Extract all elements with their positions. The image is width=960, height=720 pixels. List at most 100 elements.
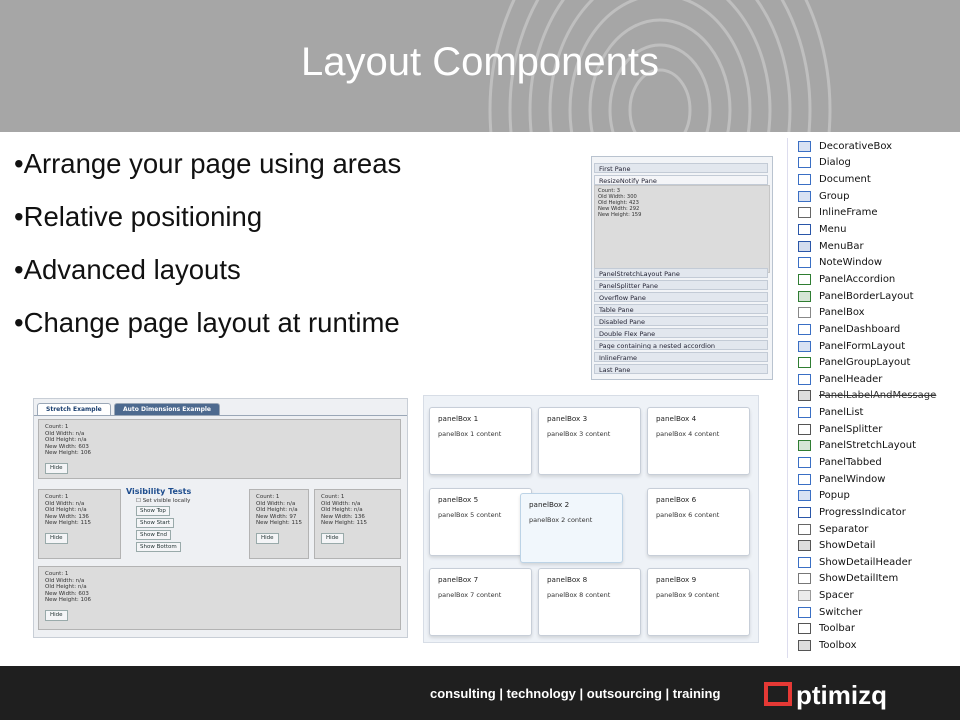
accordion-pane[interactable]: Overflow Pane <box>594 292 768 302</box>
hide-button[interactable]: Hide <box>321 533 344 544</box>
component-label: PanelHeader <box>819 373 883 385</box>
panelbox[interactable]: panelBox 6 panelBox 6 content <box>647 488 750 556</box>
panelborderlayout-icon <box>798 290 811 302</box>
accordion-pane[interactable]: First Pane <box>594 163 768 173</box>
showdetailitem-icon <box>798 573 811 585</box>
show-bottom-button[interactable]: Show Bottom <box>136 542 181 552</box>
showdetailheader-icon <box>798 556 811 568</box>
hide-button[interactable]: Hide <box>256 533 279 544</box>
panelsplitter-icon <box>798 423 811 435</box>
component-item[interactable]: Dialog <box>788 155 958 172</box>
accordion-pane[interactable]: Double Flex Pane <box>594 328 768 338</box>
component-label: ShowDetail <box>819 540 876 552</box>
component-item[interactable]: Spacer <box>788 587 958 604</box>
component-item[interactable]: Popup <box>788 487 958 504</box>
component-label: PanelDashboard <box>819 323 901 335</box>
spacer-icon <box>798 590 811 602</box>
component-item[interactable]: ShowDetail <box>788 537 958 554</box>
component-item[interactable]: Switcher <box>788 604 958 621</box>
show-top-button[interactable]: Show Top <box>136 506 170 516</box>
hide-button[interactable]: Hide <box>45 463 68 474</box>
tab-auto-dimensions[interactable]: Auto Dimensions Example <box>114 403 220 415</box>
component-label: NoteWindow <box>819 257 883 269</box>
component-item[interactable]: Menu <box>788 221 958 238</box>
component-item[interactable]: PanelStretchLayout <box>788 438 958 455</box>
menu-icon <box>798 224 811 236</box>
footer-tagline: consulting | technology | outsourcing | … <box>430 686 721 701</box>
showdetail-icon <box>798 540 811 552</box>
component-label: ProgressIndicator <box>819 506 906 518</box>
component-item[interactable]: PanelSplitter <box>788 421 958 438</box>
bullet-item: Relative positioning <box>14 199 401 252</box>
panellist-icon <box>798 407 811 419</box>
bullet-item: Advanced layouts <box>14 252 401 305</box>
show-start-button[interactable]: Show Start <box>136 518 175 528</box>
accordion-pane[interactable]: PanelSplitter Pane <box>594 280 768 290</box>
accordion-pane-expanded[interactable]: ResizeNotify Pane <box>594 175 768 185</box>
end-area: Count: 1 Old Width: n/a Old Height: n/a … <box>314 489 401 559</box>
component-item[interactable]: Toolbox <box>788 637 958 654</box>
component-item[interactable]: Toolbar <box>788 621 958 638</box>
component-label: PanelLabelAndMessage <box>819 390 937 402</box>
component-item[interactable]: PanelDashboard <box>788 321 958 338</box>
panelheader-icon <box>798 373 811 385</box>
show-end-button[interactable]: Show End <box>136 530 172 540</box>
accordion-pane[interactable]: InlineFrame <box>594 352 768 362</box>
panelbox[interactable]: panelBox 8 panelBox 8 content <box>538 568 641 636</box>
visibility-tests-title: Visibility Tests <box>126 487 192 496</box>
end-area-inner: Count: 1 Old Width: n/a Old Height: n/a … <box>249 489 309 559</box>
component-item[interactable]: PanelBox <box>788 304 958 321</box>
component-item[interactable]: PanelBorderLayout <box>788 288 958 305</box>
accordion-pane[interactable]: Table Pane <box>594 304 768 314</box>
paneldashboard-icon <box>798 323 811 335</box>
component-label: PanelAccordion <box>819 273 896 285</box>
component-label: DecorativeBox <box>819 140 893 152</box>
panelwindow-icon <box>798 473 811 485</box>
component-item[interactable]: ProgressIndicator <box>788 504 958 521</box>
component-item[interactable]: PanelFormLayout <box>788 338 958 355</box>
panellabelandmessage-icon <box>798 390 811 402</box>
component-item[interactable]: InlineFrame <box>788 205 958 222</box>
panelaccordion-icon <box>798 273 811 285</box>
accordion-pane[interactable]: PanelStretchLayout Pane <box>594 268 768 278</box>
component-item[interactable]: PanelLabelAndMessage <box>788 388 958 405</box>
panelbox[interactable]: panelBox 9 panelBox 9 content <box>647 568 750 636</box>
component-item[interactable]: PanelWindow <box>788 471 958 488</box>
panelgrouplayout-icon <box>798 357 811 369</box>
component-label: ShowDetailItem <box>819 573 899 585</box>
accordion-pane[interactable]: Last Pane <box>594 364 768 374</box>
component-item[interactable]: PanelTabbed <box>788 454 958 471</box>
panelbox[interactable]: panelBox 4 panelBox 4 content <box>647 407 750 475</box>
switcher-icon <box>798 606 811 618</box>
panelbox[interactable]: panelBox 7 panelBox 7 content <box>429 568 532 636</box>
panelbox[interactable]: panelBox 1 panelBox 1 content <box>429 407 532 475</box>
hide-button[interactable]: Hide <box>45 610 68 621</box>
panelbox-dragging[interactable]: panelBox 2 panelBox 2 content <box>520 493 623 563</box>
component-item[interactable]: Document <box>788 171 958 188</box>
paneltabbed-icon <box>798 456 811 468</box>
inlineframe-icon <box>798 207 811 219</box>
component-item[interactable]: DecorativeBox <box>788 138 958 155</box>
component-item[interactable]: NoteWindow <box>788 254 958 271</box>
component-item[interactable]: PanelGroupLayout <box>788 354 958 371</box>
group-icon <box>798 190 811 202</box>
component-item[interactable]: MenuBar <box>788 238 958 255</box>
hide-button[interactable]: Hide <box>45 533 68 544</box>
component-label: PanelBox <box>819 307 865 319</box>
set-visible-checkbox[interactable]: ☐ Set visible locally <box>136 498 246 504</box>
component-item[interactable]: ShowDetailHeader <box>788 554 958 571</box>
component-item[interactable]: ShowDetailItem <box>788 571 958 588</box>
component-item[interactable]: Group <box>788 188 958 205</box>
component-label: Separator <box>819 523 869 535</box>
panelbox[interactable]: panelBox 3 panelBox 3 content <box>538 407 641 475</box>
component-label: Dialog <box>819 157 851 169</box>
component-item[interactable]: PanelAccordion <box>788 271 958 288</box>
component-item[interactable]: PanelList <box>788 404 958 421</box>
accordion-pane[interactable]: Page containing a nested accordion <box>594 340 768 350</box>
separator-icon <box>798 523 811 535</box>
component-item[interactable]: Separator <box>788 521 958 538</box>
panelbox[interactable]: panelBox 5 panelBox 5 content <box>429 488 532 556</box>
tab-stretch-example[interactable]: Stretch Example <box>37 403 111 415</box>
component-item[interactable]: PanelHeader <box>788 371 958 388</box>
component-label: Document <box>819 174 871 186</box>
